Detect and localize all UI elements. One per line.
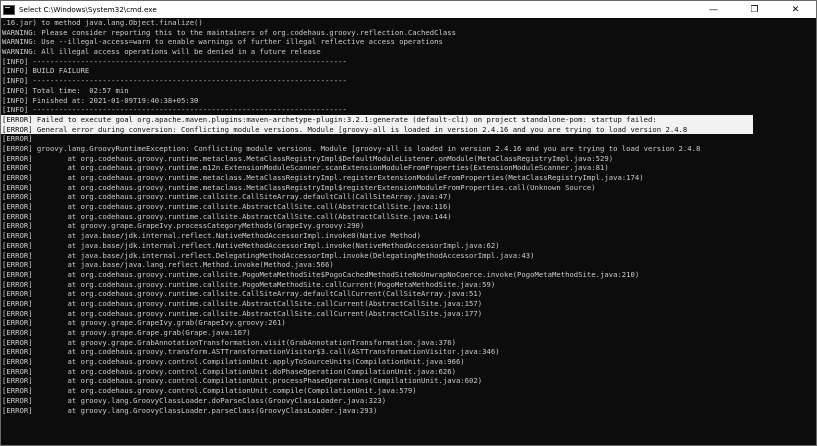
console-line: .16.jar) to method java.lang.Object.fina… <box>2 18 203 27</box>
console-line: WARNING: All illegal access operations w… <box>2 47 321 57</box>
console-line: [ERROR] at java.base/jdk.internal.reflec… <box>2 250 535 260</box>
console-line: [ERROR] at org.codehaus.groovy.transform… <box>2 347 500 357</box>
window-controls: — ❐ ✕ <box>693 1 816 18</box>
console-line: [ERROR] at org.codehaus.groovy.runtime.m… <box>2 182 596 192</box>
console-line: [INFO] BUILD FAILURE <box>2 66 90 76</box>
minimize-button[interactable]: — <box>693 1 734 18</box>
console-line: [INFO] ---------------------------------… <box>2 105 347 115</box>
console-line: [ERROR] at org.codehaus.groovy.runtime.c… <box>2 269 640 279</box>
console-line: [ERROR] at org.codehaus.groovy.runtime.c… <box>2 298 483 308</box>
console-line: [ERROR] at groovy.grape.GrapeIvy.process… <box>2 221 365 231</box>
console-line: [INFO] Total time: 02:57 min <box>2 85 129 95</box>
console-line: [ERROR] at org.codehaus.groovy.runtime.c… <box>2 308 483 318</box>
console-line: [ERROR] at java.base/jdk.internal.reflec… <box>2 240 500 250</box>
window-title: Select C:\Windows\System32\cmd.exe <box>19 5 157 14</box>
console-line: [ERROR] at java.base/java.lang.reflect.M… <box>2 260 334 270</box>
console-line: [INFO] ---------------------------------… <box>2 56 347 66</box>
console-line: [ERROR] groovy.lang.GroovyRuntimeExcepti… <box>2 143 701 153</box>
title-bar[interactable]: Select C:\Windows\System32\cmd.exe — ❐ ✕ <box>1 1 816 18</box>
console-line: [ERROR] at org.codehaus.groovy.runtime.c… <box>2 192 452 202</box>
console-line: [ERROR] at org.codehaus.groovy.control.C… <box>2 386 417 396</box>
console-line: [ERROR] at org.codehaus.groovy.runtime.c… <box>2 211 452 221</box>
selected-console-line[interactable]: [ERROR] General error during conversion:… <box>1 124 753 135</box>
console-line: WARNING: Use --illegal-access=warn to en… <box>2 37 443 47</box>
console-line: [ERROR] at org.codehaus.groovy.runtime.c… <box>2 279 496 289</box>
console-line: [ERROR] at org.codehaus.groovy.runtime.m… <box>2 153 614 163</box>
console-line: WARNING: Please consider reporting this … <box>2 27 456 37</box>
console-output[interactable]: .16.jar) to method java.lang.Object.fina… <box>1 18 816 446</box>
console-line: [ERROR] at org.codehaus.groovy.runtime.m… <box>2 163 609 173</box>
console-line: [ERROR] <box>2 134 33 144</box>
maximize-button[interactable]: ❐ <box>734 1 775 18</box>
console-line: [ERROR] at groovy.lang.GroovyClassLoader… <box>2 405 378 415</box>
cmd-app-icon[interactable] <box>3 4 15 15</box>
console-line: [ERROR] at java.base/jdk.internal.reflec… <box>2 231 422 241</box>
console-line: [INFO] ---------------------------------… <box>2 76 347 86</box>
console-line: [ERROR] at org.codehaus.groovy.control.C… <box>2 357 465 367</box>
selected-console-line[interactable]: [ERROR] Failed to execute goal org.apach… <box>1 114 753 125</box>
console-line: [ERROR] at groovy.grape.GrapeIvy.grab(Gr… <box>2 318 286 328</box>
console-line: [ERROR] at org.codehaus.groovy.runtime.c… <box>2 289 483 299</box>
close-button[interactable]: ✕ <box>775 1 816 18</box>
cmd-window: Select C:\Windows\System32\cmd.exe — ❐ ✕… <box>0 0 817 446</box>
console-line: [ERROR] at org.codehaus.groovy.runtime.c… <box>2 202 452 212</box>
console-line: [ERROR] at groovy.grape.Grape.grab(Grape… <box>2 328 251 337</box>
console-line: [ERROR] at org.codehaus.groovy.runtime.m… <box>2 173 644 182</box>
console-line: [ERROR] at org.codehaus.groovy.control.C… <box>2 376 483 386</box>
console-line: [ERROR] at groovy.grape.GrabAnnotationTr… <box>2 337 456 347</box>
console-line: [ERROR] at org.codehaus.groovy.control.C… <box>2 366 456 376</box>
console-line: [INFO] Finished at: 2021-01-09T19:40:38+… <box>2 95 199 105</box>
console-line: [ERROR] at groovy.lang.GroovyClassLoader… <box>2 395 387 405</box>
